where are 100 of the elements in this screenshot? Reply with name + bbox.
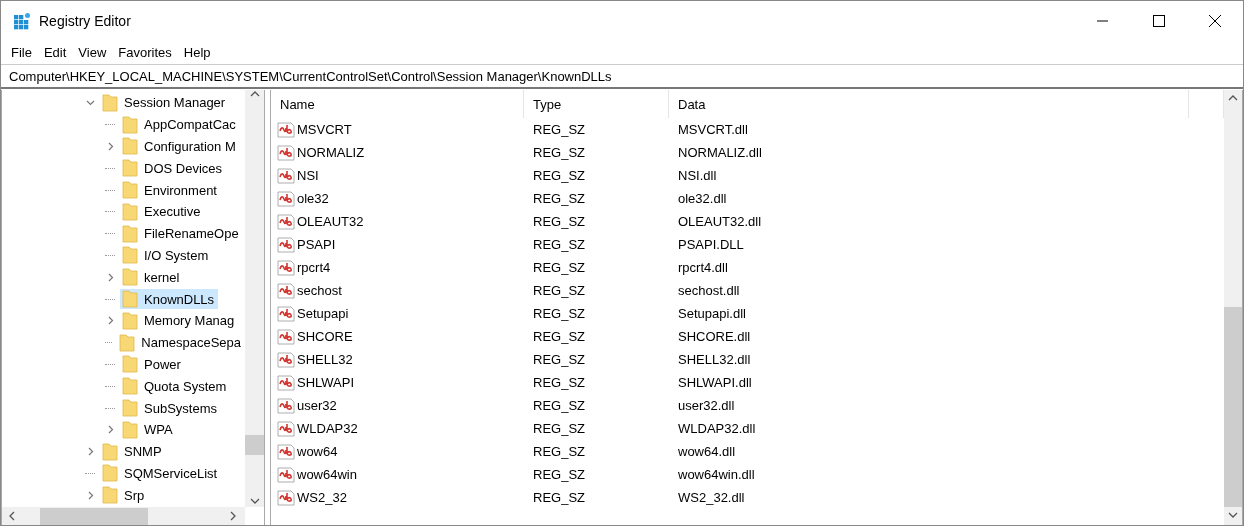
folder-icon [122,268,138,287]
column-header[interactable]: Name [271,90,524,118]
registry-cubes-icon [13,12,31,30]
folder-icon [122,355,138,374]
tree-item[interactable]: kernel [120,267,184,288]
table-cell: WLDAP32 [271,420,524,437]
table-cell: rpcrt4 [271,259,524,276]
scrollbar-thumb[interactable] [245,435,264,455]
table-cell-text: WLDAP32.dll [677,421,757,436]
table-cell-text: wow64.dll [677,444,737,459]
folder-icon [122,420,138,439]
tree-connector [105,407,115,409]
table-cell-text: REG_SZ [532,168,586,183]
scrollbar-thumb[interactable] [40,507,148,525]
tree-connector [105,189,115,191]
table-cell: OLEAUT32 [271,213,524,230]
scrollbar-thumb[interactable] [1224,307,1242,507]
window-title: Registry Editor [39,13,132,29]
tree-item[interactable]: SubSystems [120,398,221,419]
tree-item[interactable]: Memory Manag [120,310,239,331]
tree-connector [105,233,115,235]
tree-item[interactable]: Power [120,354,185,375]
chevron-down-icon[interactable] [85,98,95,108]
table-cell-text: REG_SZ [532,283,586,298]
tree-item[interactable]: KnownDLLs [120,289,219,310]
folder-icon [122,181,138,200]
table-cell: user32 [271,397,524,414]
folder-icon [122,224,138,243]
tree-item[interactable]: DOS Devices [120,158,227,179]
tree-connector [105,363,115,365]
tree-item[interactable]: Environment [120,180,221,201]
table-cell: PSAPI [271,236,524,253]
tree-item[interactable]: Configuration M [120,136,240,157]
tree-item[interactable]: FileRenameOpe [120,223,243,244]
string-value-icon [277,397,295,414]
string-value-icon [277,167,295,184]
table-cell: NSI [271,167,524,184]
menu-item[interactable]: File [5,41,38,63]
string-value-icon [277,121,295,138]
string-value-icon [277,259,295,276]
tree-item[interactable]: Session Manager [100,92,230,113]
vertical-scrollbar[interactable] [1224,90,1242,525]
tree-item[interactable]: AppCompatCac [120,114,240,135]
table-cell-text: rpcrt4.dll [677,260,729,275]
string-value-icon [277,213,295,230]
table-cell: MSVCRT [271,121,524,138]
vertical-scrollbar[interactable] [245,90,264,507]
table-cell-text: NSI.dll [677,168,718,183]
folder-icon [102,442,118,461]
folder-icon [122,137,138,156]
table-cell-text: SHCORE.dll [677,329,752,344]
table-cell-text: user32.dll [677,398,736,413]
table-cell-text: Setupapi.dll [677,306,747,321]
string-value-icon [277,190,295,207]
folder-icon [122,399,138,418]
tree-connector [105,211,115,213]
table-cell-text: REG_SZ [532,467,586,482]
tree-connector [105,342,113,344]
string-value-icon [277,305,295,322]
string-value-icon [277,420,295,437]
tree-item[interactable]: NamespaceSepa [117,332,245,353]
table-cell: NORMALIZ [271,144,524,161]
string-value-icon [277,351,295,368]
menu-item[interactable]: Favorites [112,41,178,63]
table-cell: SHCORE [271,328,524,345]
tree-connector [105,298,115,300]
table-cell: SHLWAPI [271,374,524,391]
folder-icon [102,486,118,505]
address-bar[interactable]: Computer\HKEY_LOCAL_MACHINE\SYSTEM\CurrentControlSet\Control\Session Manager\KnownDLLs [1,64,1243,89]
folder-icon [119,333,136,352]
tree-item[interactable]: Executive [120,201,205,222]
tree-item[interactable]: I/O System [120,245,213,266]
tree-item[interactable]: Quota System [120,376,231,397]
folder-icon [122,159,138,178]
table-cell-text: REG_SZ [532,237,586,252]
table-cell-text: wow64win.dll [677,467,756,482]
table-cell-text: MSVCRT.dll [677,122,749,137]
folder-icon [122,311,138,330]
menu-item[interactable]: View [72,41,113,63]
tree-item[interactable]: SQMServiceList [100,463,222,484]
table-cell-text: PSAPI.DLL [677,237,745,252]
table-cell-text: WS2_32.dll [677,490,746,505]
table-cell-text: ole32.dll [677,191,728,206]
tree-item[interactable]: SNMP [100,441,166,462]
tree-connector [105,167,115,169]
menu-item[interactable]: Edit [37,41,73,63]
table-cell-text: REG_SZ [532,306,586,321]
string-value-icon [277,236,295,253]
string-value-icon [277,144,295,161]
folder-icon [122,377,138,396]
string-value-icon [277,282,295,299]
horizontal-scrollbar[interactable] [2,507,245,525]
table-cell: ole32 [271,190,524,207]
folder-icon [122,202,138,221]
menu-item[interactable]: Help [177,41,217,63]
tree-item[interactable]: WPA [120,419,177,440]
column-header[interactable]: Data [669,90,1189,118]
table-cell: wow64win [271,466,524,483]
tree-item[interactable]: Srp [100,485,149,506]
column-header[interactable]: Type [524,90,669,118]
